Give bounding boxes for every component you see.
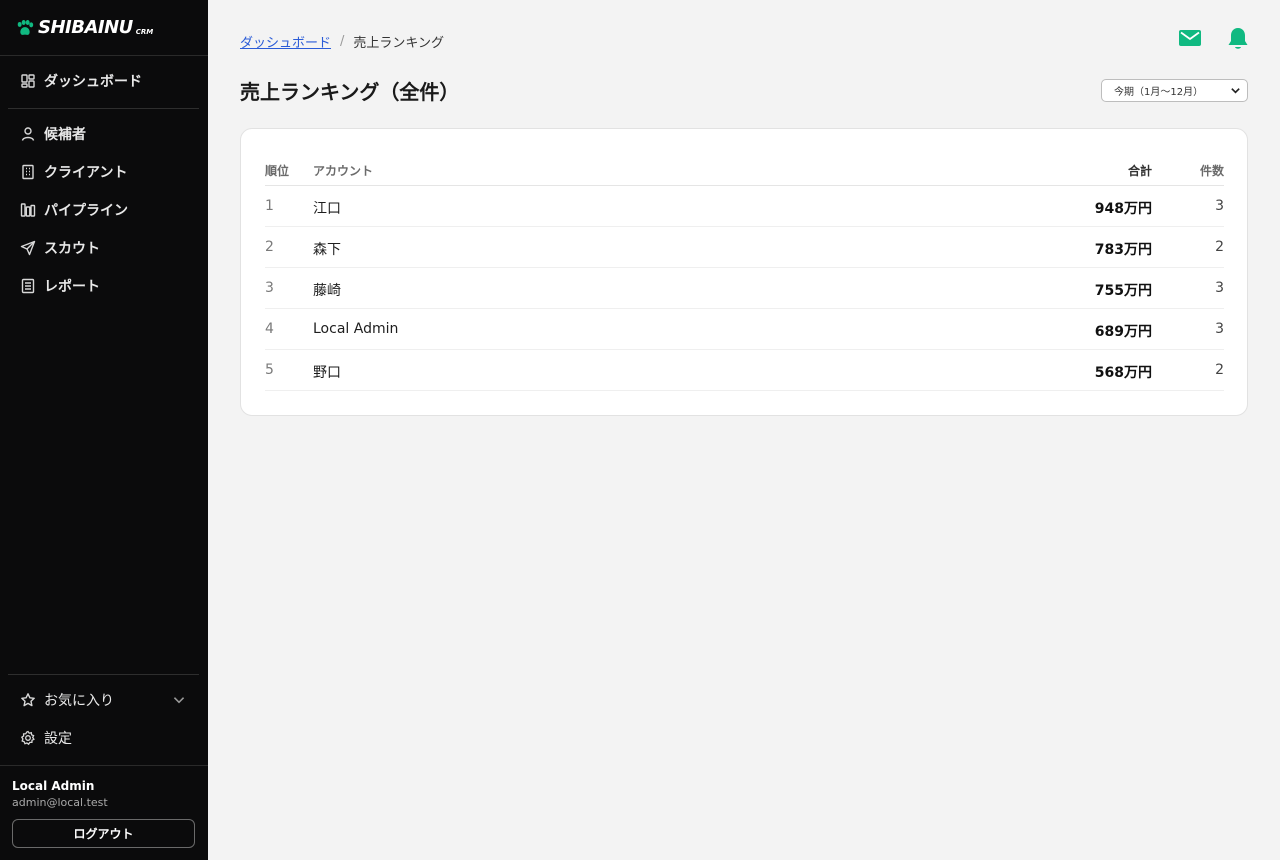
table-row[interactable]: 3 藤崎 755万円 3 [265,268,1224,309]
user-name: Local Admin [12,779,95,793]
total-cell: 783万円 [1094,242,1152,258]
breadcrumb-current: 売上ランキング [353,36,445,51]
chevron-down-icon[interactable] [171,692,187,708]
sidebar-item-scout[interactable]: スカウト [8,231,199,265]
mail-icon[interactable] [1178,26,1202,50]
rank-cell: 5 [265,362,274,378]
brand-name: SHIBAINU [38,17,133,38]
header-rank: 順位 [265,164,290,178]
sidebar-item-label: レポート [44,279,100,295]
building-icon [22,164,34,180]
user-email: admin@local.test [12,796,108,809]
breadcrumb: ダッシュボード / 売上ランキング [240,32,444,51]
count-cell: 3 [1215,280,1224,296]
account-cell: 江口 [313,201,341,217]
count-cell: 3 [1215,198,1224,214]
sidebar-item-label: 設定 [44,731,72,747]
brand-logo[interactable]: SHIBAINU CRM [0,0,208,56]
rank-cell: 1 [265,198,274,214]
brand-sub: CRM [135,27,154,36]
pipeline-icon [20,203,36,217]
sidebar-divider [8,108,199,109]
dashboard-icon [21,74,35,88]
table-row[interactable]: 5 野口 568万円 2 [265,350,1224,391]
period-select-value: 今期（1月〜12月） [1114,87,1204,98]
breadcrumb-dashboard-link[interactable]: ダッシュボード [240,32,331,51]
sidebar-item-clients[interactable]: クライアント [8,155,199,189]
rank-cell: 4 [265,321,274,337]
table-header: 順位 アカウント 合計 件数 [265,153,1224,186]
sidebar-item-label: クライアント [44,165,128,181]
count-cell: 2 [1215,362,1224,378]
count-cell: 2 [1215,239,1224,255]
bell-icon[interactable] [1226,26,1250,52]
sidebar-item-label: お気に入り [44,693,114,709]
sidebar-item-label: ダッシュボード [44,74,142,90]
table-row[interactable]: 1 江口 948万円 3 [265,186,1224,227]
sidebar-item-pipeline[interactable]: パイプライン [8,193,199,227]
rank-cell: 2 [265,239,274,255]
sidebar-item-label: スカウト [44,241,100,257]
account-cell: 藤崎 [313,283,341,299]
user-panel: Local Admin admin@local.test ログアウト [0,765,208,860]
person-icon [21,127,35,141]
header-total: 合計 [1127,164,1152,178]
sidebar-item-reports[interactable]: レポート [8,269,199,303]
sidebar-divider [8,674,199,675]
paw-icon [17,19,34,35]
report-icon [21,278,35,294]
table-row[interactable]: 2 森下 783万円 2 [265,227,1224,268]
rank-cell: 3 [265,280,274,296]
sidebar-item-candidates[interactable]: 候補者 [8,117,199,151]
total-cell: 568万円 [1094,365,1152,381]
header-count: 件数 [1199,164,1224,178]
account-cell: Local Admin [313,321,399,337]
ranking-card: 順位 アカウント 合計 件数 1 江口 948万円 3 2 森下 783万円 2… [240,128,1248,416]
sidebar-item-label: パイプライン [44,203,128,219]
star-icon [21,693,35,707]
sidebar-item-dashboard[interactable]: ダッシュボード [8,64,199,98]
table-row[interactable]: 4 Local Admin 689万円 3 [265,309,1224,350]
total-cell: 948万円 [1094,201,1152,217]
page-title: 売上ランキング（全件） [240,80,460,104]
account-cell: 野口 [313,365,341,381]
total-cell: 755万円 [1094,283,1152,299]
sidebar-item-favorites[interactable]: お気に入り [8,683,199,717]
sidebar-item-settings[interactable]: 設定 [8,721,199,755]
period-select[interactable]: 今期（1月〜12月） [1101,79,1248,102]
total-cell: 689万円 [1094,324,1152,340]
account-cell: 森下 [313,242,341,258]
logout-button[interactable]: ログアウト [12,819,195,848]
send-icon [20,240,36,256]
sidebar: SHIBAINU CRM ダッシュボード 候補者 クライアント パイプライン ス… [0,0,208,860]
sidebar-item-label: 候補者 [44,127,86,143]
gear-icon [20,730,35,746]
chevron-down-icon [1231,88,1240,94]
breadcrumb-separator: / [340,34,345,49]
count-cell: 3 [1215,321,1224,337]
header-account: アカウント [313,164,374,178]
